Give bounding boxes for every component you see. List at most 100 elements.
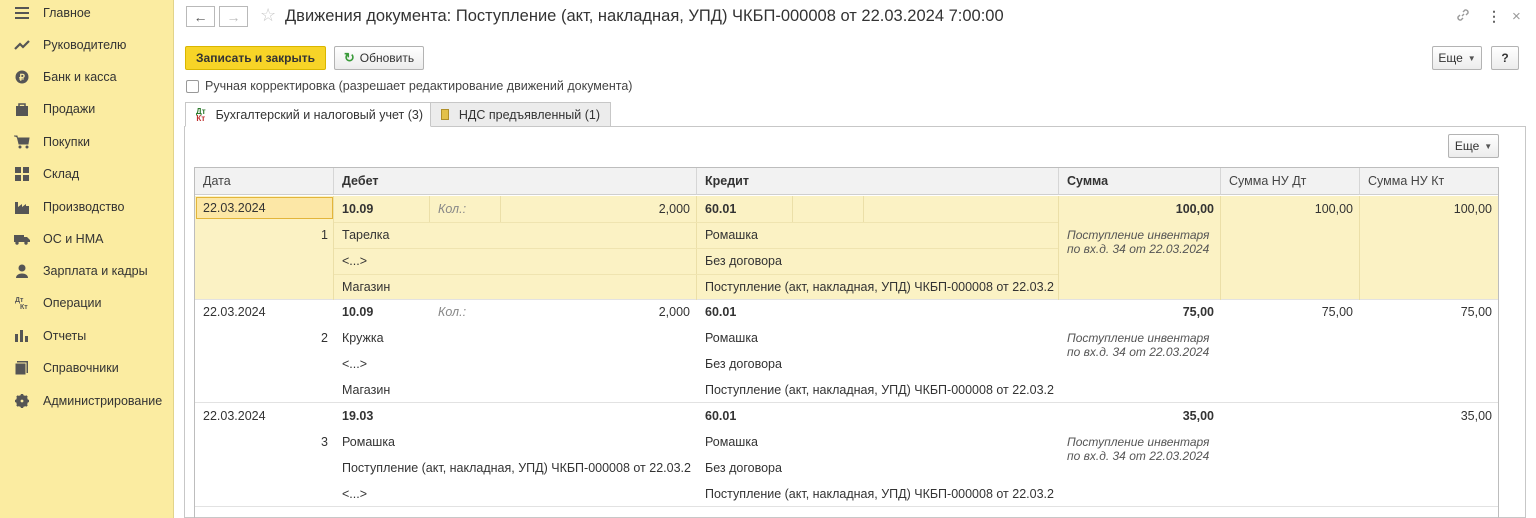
table-row[interactable]: 22.03.2024 1 10.09 Кол.: 2,000 Тарелка <… bbox=[195, 196, 1498, 300]
entry-description: Поступление инвентаря по вх.д. 34 от 22.… bbox=[1067, 228, 1209, 256]
sidebar-item-label: Производство bbox=[43, 200, 125, 214]
row-number: 3 bbox=[321, 435, 328, 449]
caret-down-icon: ▼ bbox=[1467, 53, 1476, 63]
column-header-date[interactable]: Дата bbox=[195, 168, 334, 195]
sidebar-item-label: Продажи bbox=[43, 102, 96, 116]
credit-subconto-3: Поступление (акт, накладная, УПД) ЧКБП-0… bbox=[705, 487, 1055, 501]
entry-description-line: Поступление инвентаря bbox=[1067, 228, 1210, 242]
movements-table[interactable]: Дата Дебет Кредит Сумма Сумма НУ Дт Сумм… bbox=[194, 167, 1499, 518]
entry-description: Поступление инвентаря по вх.д. 34 от 22.… bbox=[1067, 435, 1209, 463]
sidebar-item-label: Главное bbox=[43, 6, 91, 20]
sidebar-item-label: Руководителю bbox=[43, 38, 127, 52]
page-title: Движения документа: Поступление (акт, на… bbox=[285, 7, 1004, 25]
caret-down-icon: ▼ bbox=[1484, 141, 1493, 151]
date-cell: 22.03.2024 bbox=[203, 305, 266, 319]
tab-label: НДС предъявленный (1) bbox=[458, 107, 600, 122]
refresh-icon: ↻ bbox=[343, 50, 355, 65]
manual-correction-checkbox[interactable] bbox=[186, 79, 199, 93]
cart-icon bbox=[14, 134, 30, 150]
column-header-credit[interactable]: Кредит bbox=[697, 168, 1059, 195]
sidebar-item-sales[interactable]: Продажи bbox=[0, 97, 173, 121]
more-menu-button[interactable]: Еще ▼ bbox=[1432, 46, 1482, 70]
date-cell: 22.03.2024 bbox=[203, 409, 266, 423]
table-row[interactable]: 22.03.2024 2 10.09 Кол.: 2,000 Кружка <.… bbox=[195, 299, 1498, 403]
row-number: 2 bbox=[321, 331, 328, 345]
table-row[interactable]: 22.03.2024 3 19.03 Ромашка Поступление (… bbox=[195, 403, 1498, 507]
debit-subconto-3: Магазин bbox=[342, 383, 391, 397]
debit-qty: 2,000 bbox=[658, 305, 690, 319]
debit-subconto-1: Кружка bbox=[342, 331, 384, 345]
document-movements-form: ← → ☆ Движения документа: Поступление (а… bbox=[174, 0, 1536, 518]
sidebar-item-bank[interactable]: ₽ Банк и касса bbox=[0, 65, 173, 89]
sidebar-item-production[interactable]: Производство bbox=[0, 195, 173, 219]
more-vertical-icon[interactable]: ⋮ bbox=[1487, 8, 1501, 25]
manual-correction-label: Ручная корректировка (разрешает редактир… bbox=[205, 79, 633, 93]
sidebar-item-assets[interactable]: ОС и НМА bbox=[0, 227, 173, 251]
refresh-label: Обновить bbox=[359, 51, 415, 65]
row-number: 1 bbox=[321, 228, 328, 242]
credit-subconto-1: Ромашка bbox=[705, 331, 759, 345]
column-header-sum[interactable]: Сумма bbox=[1059, 168, 1221, 195]
factory-icon bbox=[14, 199, 30, 215]
save-and-close-button[interactable]: Записать и закрыть bbox=[185, 46, 326, 70]
credit-subconto-3: Поступление (акт, накладная, УПД) ЧКБП-0… bbox=[705, 383, 1055, 397]
svg-text:₽: ₽ bbox=[19, 73, 25, 83]
date-cell[interactable]: 22.03.2024 bbox=[196, 197, 333, 219]
debit-qty: 2,000 bbox=[658, 202, 690, 216]
qty-label: Кол.: bbox=[438, 305, 467, 319]
sidebar-item-operations[interactable]: Дт Кт Операции bbox=[0, 291, 173, 315]
credit-subconto-2: Без договора bbox=[705, 357, 782, 371]
column-header-debit[interactable]: Дебет bbox=[334, 168, 697, 195]
column-header-sum-nu-dt[interactable]: Сумма НУ Дт bbox=[1221, 168, 1360, 195]
refresh-button[interactable]: ↻ Обновить bbox=[334, 46, 424, 70]
close-icon[interactable]: × bbox=[1512, 8, 1521, 25]
link-icon[interactable] bbox=[1456, 8, 1470, 25]
gear-icon bbox=[14, 393, 30, 409]
sum-nu-kt: 35,00 bbox=[1460, 409, 1492, 423]
manual-correction-row: Ручная корректировка (разрешает редактир… bbox=[186, 79, 632, 93]
svg-text:Кт: Кт bbox=[20, 304, 28, 310]
entry-description-line: Поступление инвентаря bbox=[1067, 435, 1210, 449]
arrow-left-icon: ← bbox=[193, 8, 208, 25]
back-button[interactable]: ← bbox=[186, 6, 215, 27]
tab-accounting[interactable]: Дт Кт Бухгалтерский и налоговый учет (3) bbox=[185, 102, 431, 127]
sidebar: Главное Руководителю ₽ Банк и касса Прод… bbox=[0, 0, 174, 518]
credit-subconto-1: Ромашка bbox=[705, 228, 759, 242]
sidebar-item-admin[interactable]: Администрирование bbox=[0, 389, 173, 413]
entry-description-line: Поступление инвентаря bbox=[1067, 331, 1210, 345]
credit-account: 60.01 bbox=[705, 305, 737, 319]
credit-subconto-2: Без договора bbox=[705, 461, 782, 475]
entry-description-line: по вх.д. 34 от 22.03.2024 bbox=[1067, 242, 1210, 256]
help-button[interactable]: ? bbox=[1491, 46, 1519, 70]
sidebar-item-salary[interactable]: Зарплата и кадры bbox=[0, 259, 173, 283]
credit-subconto-2: Без договора bbox=[705, 254, 782, 268]
sidebar-item-reports[interactable]: Отчеты bbox=[0, 324, 173, 348]
sidebar-item-purchases[interactable]: Покупки bbox=[0, 130, 173, 154]
sidebar-item-main[interactable]: Главное bbox=[0, 1, 173, 25]
bar-chart-icon bbox=[14, 328, 30, 344]
debit-subconto-3: <...> bbox=[342, 487, 368, 501]
sidebar-item-warehouse[interactable]: Склад bbox=[0, 162, 173, 186]
book-icon bbox=[14, 360, 30, 376]
sidebar-item-label: Склад bbox=[43, 167, 80, 181]
credit-subconto-3: Поступление (акт, накладная, УПД) ЧКБП-0… bbox=[705, 280, 1055, 294]
debit-account: 19.03 bbox=[342, 409, 374, 423]
sidebar-item-manager[interactable]: Руководителю bbox=[0, 33, 173, 57]
debit-subconto-2: Поступление (акт, накладная, УПД) ЧКБП-0… bbox=[342, 461, 692, 475]
favorite-star-icon[interactable]: ☆ bbox=[260, 5, 276, 26]
table-more-button[interactable]: Еще ▼ bbox=[1448, 134, 1499, 158]
arrow-right-icon: → bbox=[226, 8, 241, 25]
entry-description-line: по вх.д. 34 от 22.03.2024 bbox=[1067, 449, 1210, 463]
sum-value: 75,00 bbox=[1182, 305, 1214, 319]
sum-nu-dt: 75,00 bbox=[1321, 305, 1353, 319]
column-header-sum-nu-kt[interactable]: Сумма НУ Кт bbox=[1360, 168, 1498, 195]
more-label: Еще bbox=[1454, 139, 1480, 153]
sum-nu-dt: 100,00 bbox=[1314, 202, 1353, 216]
forward-button[interactable]: → bbox=[219, 6, 248, 27]
sidebar-item-label: Зарплата и кадры bbox=[43, 264, 148, 278]
tab-vat[interactable]: НДС предъявленный (1) bbox=[430, 102, 611, 127]
sidebar-item-catalogs[interactable]: Справочники bbox=[0, 356, 173, 380]
entry-description: Поступление инвентаря по вх.д. 34 от 22.… bbox=[1067, 331, 1209, 359]
dt-kt-icon: Дт Кт bbox=[196, 106, 206, 123]
svg-text:Дт: Дт bbox=[15, 297, 24, 304]
